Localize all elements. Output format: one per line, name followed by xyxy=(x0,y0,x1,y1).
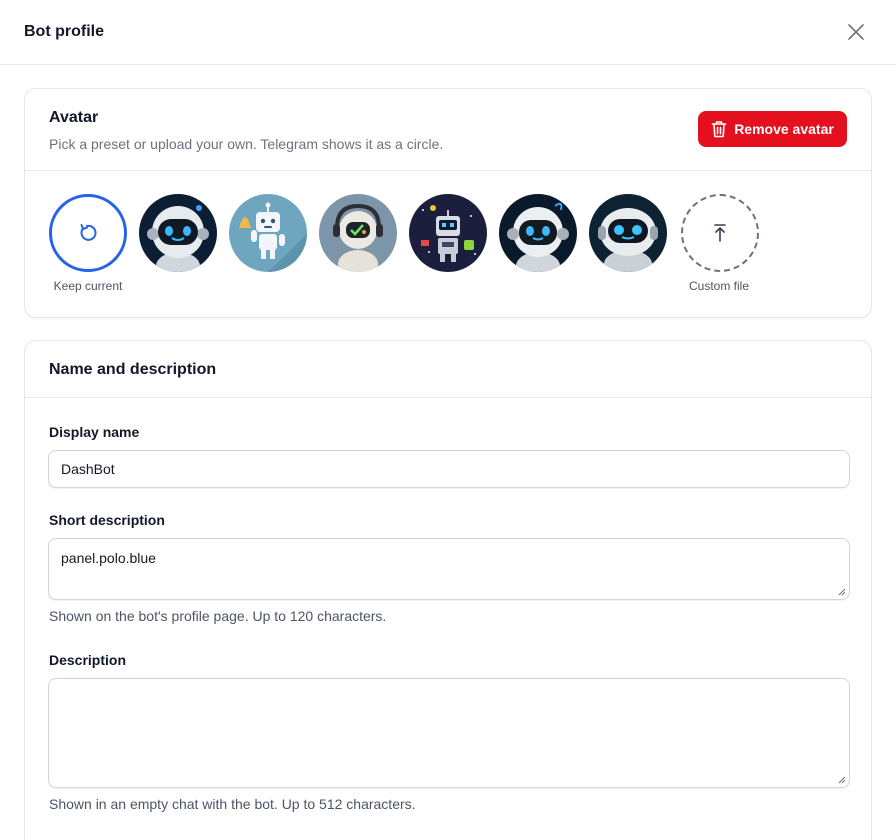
display-name-label: Display name xyxy=(49,424,140,440)
display-name-input[interactable]: DashBot xyxy=(48,450,850,488)
keep-current-label: Keep current xyxy=(53,279,123,293)
keep-current-option[interactable] xyxy=(49,194,127,272)
short-description-textarea[interactable]: panel.polo.blue xyxy=(48,538,850,600)
name-section-title: Name and description xyxy=(49,361,217,378)
bot-profile-modal: Bot profile Avatar Pick a preset or uplo… xyxy=(0,0,896,840)
avatar-card-header: Avatar Pick a preset or upload your own.… xyxy=(25,89,871,171)
robot-avatar-image xyxy=(139,194,217,272)
preset-avatar-3[interactable] xyxy=(319,194,397,272)
short-description-value: panel.polo.blue xyxy=(61,550,156,566)
avatar-card: Avatar Pick a preset or upload your own.… xyxy=(24,88,872,318)
robot-avatar-image xyxy=(229,194,307,272)
close-button[interactable] xyxy=(844,20,868,44)
remove-avatar-label: Remove avatar xyxy=(734,121,834,137)
custom-file-label: Custom file xyxy=(688,279,750,293)
preset-avatar-6[interactable] xyxy=(589,194,667,272)
short-description-label: Short description xyxy=(49,512,165,528)
custom-file-upload[interactable] xyxy=(681,194,759,272)
description-help: Shown in an empty chat with the bot. Up … xyxy=(49,796,416,812)
modal-header: Bot profile xyxy=(0,0,896,65)
description-textarea[interactable] xyxy=(48,678,850,788)
resize-handle-icon[interactable] xyxy=(838,776,846,784)
close-icon xyxy=(848,24,864,40)
short-description-help: Shown on the bot's profile page. Up to 1… xyxy=(49,608,387,624)
modal-title: Bot profile xyxy=(24,23,104,40)
refresh-icon xyxy=(80,224,97,241)
remove-avatar-button[interactable]: Remove avatar xyxy=(698,111,847,147)
upload-icon xyxy=(714,224,726,242)
robot-avatar-image xyxy=(499,194,577,272)
name-card-header: Name and description xyxy=(25,341,871,398)
preset-avatar-5[interactable] xyxy=(499,194,577,272)
robot-avatar-image xyxy=(409,194,487,272)
name-description-card: Name and description Display name DashBo… xyxy=(24,340,872,840)
robot-avatar-image xyxy=(589,194,667,272)
resize-handle-icon[interactable] xyxy=(838,588,846,596)
robot-avatar-image xyxy=(319,194,397,272)
description-label: Description xyxy=(49,652,127,668)
preset-avatar-1[interactable] xyxy=(139,194,217,272)
preset-avatar-4[interactable] xyxy=(409,194,487,272)
trash-icon xyxy=(711,121,727,138)
preset-avatar-2[interactable] xyxy=(229,194,307,272)
avatar-presets: Keep current Custom file xyxy=(25,171,871,317)
